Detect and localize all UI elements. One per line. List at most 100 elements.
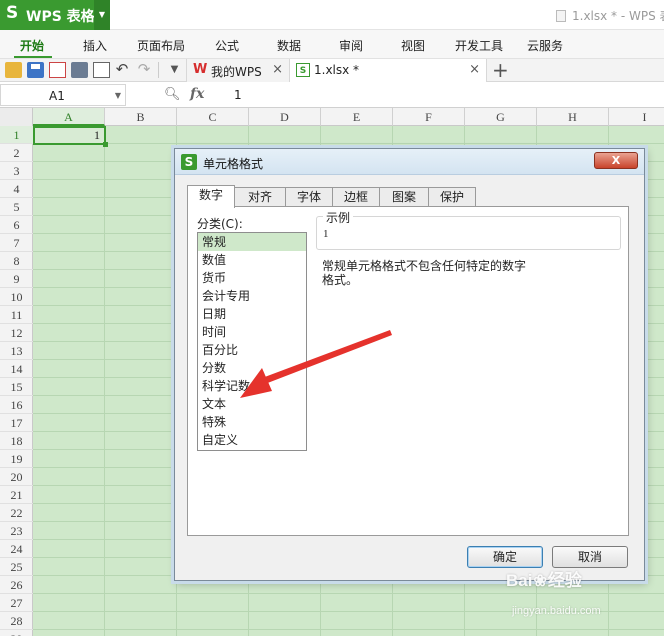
category-item[interactable]: 时间 [198,323,306,341]
row-header-13[interactable]: 13 [0,342,33,360]
row-header-1[interactable]: 1 [0,126,33,144]
column-header-h[interactable]: H [537,108,609,126]
row-header-26[interactable]: 26 [0,576,33,594]
tab-patterns[interactable]: 图案 [379,187,429,207]
app-name: WPS 表格 [26,9,95,25]
tab-insert[interactable]: 插入 [83,37,107,54]
print-preview-icon[interactable] [93,62,110,78]
category-item[interactable]: 货币 [198,269,306,287]
search-icon[interactable]: 🔍︎ [164,87,181,102]
undo-icon[interactable]: ↶ [115,60,129,78]
format-description: 常规单元格格式不包含任何特定的数字 格式。 [322,259,527,287]
open-folder-icon[interactable] [5,62,22,78]
row-header-15[interactable]: 15 [0,378,33,396]
save-icon[interactable] [27,62,44,78]
print-icon[interactable] [71,62,88,78]
column-header-e[interactable]: E [321,108,393,126]
category-item[interactable]: 常规 [198,233,306,251]
cancel-button[interactable]: 取消 [552,546,628,568]
row-header-27[interactable]: 27 [0,594,33,612]
export-pdf-icon[interactable] [49,62,66,78]
ok-button[interactable]: 确定 [467,546,543,568]
row-header-4[interactable]: 4 [0,180,33,198]
row-header-8[interactable]: 8 [0,252,33,270]
new-tab-icon[interactable]: + [492,58,509,82]
app-menu-button[interactable]: S WPS 表格 ▼ [0,0,110,30]
formula-bar: A1 ▼ 🔍︎ fx 1 [0,82,664,108]
row-header-2[interactable]: 2 [0,144,33,162]
category-item[interactable]: 会计专用 [198,287,306,305]
format-cells-dialog: S 单元格格式 X 数字 对齐 字体 边框 图案 保护 分类(C): 常规 数值货… [174,148,645,581]
redo-icon[interactable]: ↷ [137,60,151,78]
tab-number[interactable]: 数字 [187,185,235,208]
column-header-c[interactable]: C [177,108,249,126]
column-header-f[interactable]: F [393,108,465,126]
title-bar: S WPS 表格 ▼ 1.xlsx * - WPS 表 [0,0,664,30]
row-header-20[interactable]: 20 [0,468,33,486]
row-header-21[interactable]: 21 [0,486,33,504]
tab-home[interactable]: 开始 [20,37,44,54]
row-header-19[interactable]: 19 [0,450,33,468]
row-header-3[interactable]: 3 [0,162,33,180]
category-item[interactable]: 自定义 [198,431,306,449]
tab-page-layout[interactable]: 页面布局 [137,37,185,54]
column-header-i[interactable]: I [609,108,664,126]
column-header-g[interactable]: G [465,108,537,126]
row-header-5[interactable]: 5 [0,198,33,216]
category-item[interactable]: 日期 [198,305,306,323]
doc-tab-1-xlsx[interactable]: S 1.xlsx * × [289,59,487,82]
row-header-25[interactable]: 25 [0,558,33,576]
category-item[interactable]: 文本 [198,395,306,413]
close-tab-icon[interactable]: × [469,62,480,77]
category-item[interactable]: 科学记数 [198,377,306,395]
function-icon[interactable]: fx [190,86,204,102]
category-item[interactable]: 百分比 [198,341,306,359]
tab-border[interactable]: 边框 [332,187,380,207]
row-header-29[interactable]: 29 [0,630,33,636]
chevron-down-icon[interactable]: ▼ [115,91,121,100]
row-header-14[interactable]: 14 [0,360,33,378]
dialog-close-button[interactable]: X [594,152,638,169]
tab-formulas[interactable]: 公式 [215,37,239,54]
row-header-17[interactable]: 17 [0,414,33,432]
column-header-a[interactable]: A [33,108,105,126]
category-item[interactable]: 分数 [198,359,306,377]
category-item[interactable]: 数值 [198,251,306,269]
tab-cloud-services[interactable]: 云服务 [527,37,563,54]
column-header-b[interactable]: B [105,108,177,126]
row-header-23[interactable]: 23 [0,522,33,540]
tab-alignment[interactable]: 对齐 [234,187,286,207]
select-all-corner[interactable] [0,108,33,126]
row-header-10[interactable]: 10 [0,288,33,306]
category-list[interactable]: 常规 数值 货币 会计专用 日期 时间 百分比 分数 科学记数 文本 特殊 自定义 [197,232,307,451]
category-item[interactable]: 特殊 [198,413,306,431]
row-header-22[interactable]: 22 [0,504,33,522]
formula-input[interactable]: 1 [234,88,242,102]
row-header-7[interactable]: 7 [0,234,33,252]
row-header-12[interactable]: 12 [0,324,33,342]
tab-review[interactable]: 审阅 [339,37,363,54]
row-header-18[interactable]: 18 [0,432,33,450]
tab-font[interactable]: 字体 [285,187,333,207]
spreadsheet-icon: S [296,63,310,77]
app-dropdown-icon[interactable]: ▼ [94,0,110,30]
toolbar-more-icon[interactable]: ▼ [166,62,183,78]
doc-tab-my-wps[interactable]: W 我的WPS × [186,59,290,82]
selected-cell-a1[interactable]: 1 [33,126,108,147]
name-box[interactable]: A1 ▼ [0,84,126,106]
tab-view[interactable]: 视图 [401,37,425,54]
tab-protection[interactable]: 保护 [428,187,476,207]
dialog-title-bar[interactable]: S 单元格格式 X [175,149,644,175]
row-header-28[interactable]: 28 [0,612,33,630]
fill-handle[interactable] [103,142,108,147]
row-header-16[interactable]: 16 [0,396,33,414]
row-header-24[interactable]: 24 [0,540,33,558]
column-headers: ABCDEFGHI [0,108,664,126]
row-header-11[interactable]: 11 [0,306,33,324]
row-header-9[interactable]: 9 [0,270,33,288]
tab-data[interactable]: 数据 [277,37,301,54]
row-header-6[interactable]: 6 [0,216,33,234]
close-tab-icon[interactable]: × [272,62,283,77]
tab-developer[interactable]: 开发工具 [455,37,503,54]
column-header-d[interactable]: D [249,108,321,126]
